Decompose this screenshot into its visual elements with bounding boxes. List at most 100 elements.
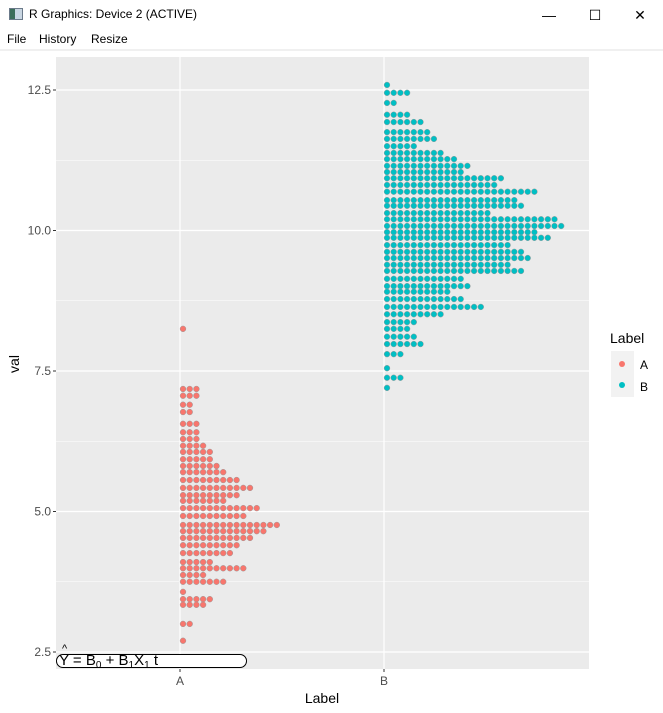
- dot-b: [464, 181, 471, 189]
- dot-b: [551, 222, 558, 230]
- dot-b: [444, 267, 451, 275]
- dot-a: [199, 521, 207, 529]
- dot-b: [477, 248, 484, 256]
- dot-b: [450, 155, 458, 163]
- dot-b: [437, 267, 444, 275]
- dot-b: [444, 282, 451, 290]
- dot-a: [213, 469, 220, 476]
- dot-a: [179, 442, 187, 449]
- dot-a: [193, 462, 200, 470]
- dot-b: [457, 181, 464, 189]
- dot-b: [390, 254, 397, 262]
- dot-b: [517, 248, 525, 256]
- dot-b: [511, 216, 518, 223]
- dot-b: [397, 181, 404, 189]
- close-button[interactable]: ✕: [617, 0, 663, 30]
- dot-b: [430, 149, 438, 157]
- dot-b: [444, 295, 451, 303]
- dot-a: [186, 408, 193, 416]
- dot-a: [186, 476, 193, 484]
- legend-title: Label: [610, 330, 644, 346]
- dot-b: [410, 311, 417, 318]
- dot-b: [410, 129, 417, 136]
- dot-b: [390, 267, 397, 275]
- dot-a: [179, 565, 187, 572]
- dot-b: [457, 162, 464, 170]
- dot-a: [226, 549, 234, 557]
- dot-b: [410, 118, 417, 126]
- dot-b: [390, 318, 397, 326]
- dot-b: [383, 374, 391, 381]
- dot-b: [403, 143, 411, 150]
- dot-a: [186, 420, 193, 427]
- dot-a: [226, 565, 234, 572]
- dot-b: [383, 282, 391, 290]
- dot-b: [417, 267, 424, 275]
- dot-b: [424, 129, 431, 136]
- dot-b: [383, 229, 391, 236]
- dot-a: [199, 542, 207, 549]
- dot-a: [273, 521, 280, 529]
- dot-b: [437, 229, 444, 236]
- dot-a: [213, 492, 220, 499]
- dot-b: [491, 222, 498, 230]
- dot-b: [491, 216, 498, 223]
- maximize-button[interactable]: ☐: [572, 0, 618, 30]
- dot-b: [457, 197, 464, 204]
- dot-a: [199, 528, 207, 535]
- dot-a: [213, 565, 220, 572]
- dot-b: [497, 254, 505, 262]
- dot-a: [186, 542, 193, 549]
- dot-b: [417, 129, 424, 136]
- dot-b: [470, 261, 478, 268]
- dot-a: [179, 435, 187, 443]
- dot-b: [397, 267, 404, 275]
- dot-a: [206, 521, 213, 529]
- dot-b: [464, 261, 471, 268]
- dot-b: [450, 275, 458, 282]
- menu-resize[interactable]: Resize: [91, 32, 128, 46]
- dot-b: [430, 222, 438, 230]
- dot-b: [390, 111, 397, 118]
- dot-b: [437, 288, 444, 295]
- dot-a: [186, 601, 193, 608]
- dot-b: [484, 261, 491, 268]
- dot-b: [457, 202, 464, 209]
- dot-a: [199, 476, 207, 484]
- dot-b: [450, 162, 458, 170]
- menu-history[interactable]: History: [39, 32, 76, 46]
- dot-b: [383, 149, 391, 157]
- dot-b: [397, 197, 404, 204]
- dot-b: [383, 155, 391, 163]
- x-axis-title: Label: [305, 690, 339, 706]
- dot-b: [517, 229, 525, 236]
- dot-b: [470, 202, 478, 209]
- dot-b: [457, 216, 464, 223]
- dot-b: [524, 229, 531, 236]
- dot-b: [397, 241, 404, 249]
- dot-b: [410, 143, 417, 150]
- dot-b: [430, 248, 438, 256]
- dot-b: [430, 175, 438, 182]
- dot-b: [403, 168, 411, 176]
- dot-b: [424, 254, 431, 262]
- dot-b: [497, 202, 505, 209]
- dot-b: [491, 229, 498, 236]
- panel-background: [56, 57, 589, 669]
- dot-b: [430, 254, 438, 262]
- dot-a: [179, 549, 187, 557]
- menu-file[interactable]: File: [7, 32, 26, 46]
- dot-b: [504, 197, 511, 204]
- minimize-button[interactable]: —: [526, 0, 572, 30]
- dot-a: [220, 504, 227, 512]
- dot-a: [193, 578, 200, 585]
- dot-a: [206, 558, 213, 566]
- dot-a: [199, 504, 207, 512]
- dot-b: [410, 303, 417, 311]
- dot-b: [430, 155, 438, 163]
- dot-b: [511, 202, 518, 209]
- minimize-icon: —: [542, 7, 556, 23]
- dot-a: [199, 442, 207, 449]
- dot-a: [226, 504, 234, 512]
- dot-b: [390, 155, 397, 163]
